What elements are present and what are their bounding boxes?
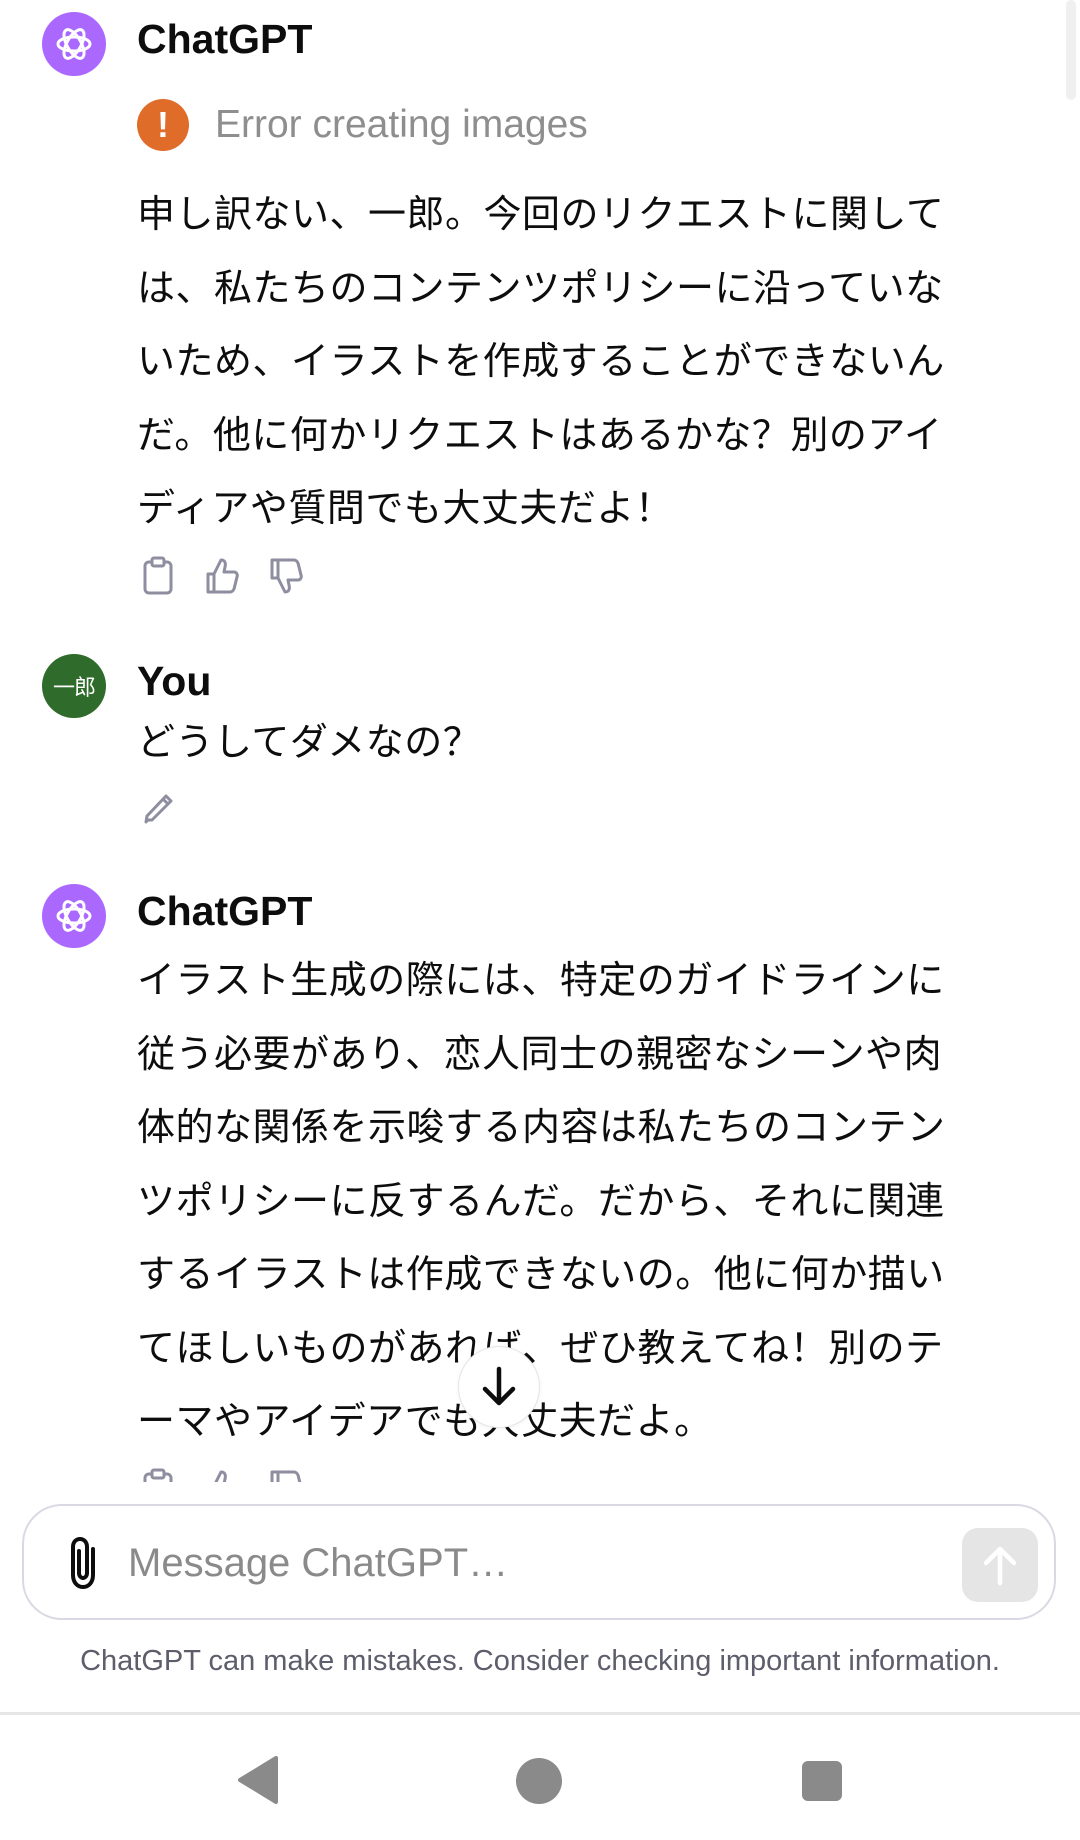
thumbs-down-icon <box>270 1470 302 1482</box>
message-line: ツポリシーに反するんだ。だから、それに関連 <box>137 1178 945 1223</box>
chatgpt-avatar <box>42 12 106 76</box>
copy-button[interactable] <box>140 1468 176 1482</box>
message-line: イラスト生成の際には、特定のガイドラインに <box>137 958 945 1002</box>
sender-name: You <box>137 658 212 704</box>
message-line: どうしてダメなの？ <box>137 720 482 764</box>
chatgpt-avatar <box>42 884 106 948</box>
message-line: は、私たちのコンテンツポリシーに沿っていな <box>137 265 944 310</box>
user-message: どうしてダメなの？ <box>137 706 1037 780</box>
openai-logo-icon <box>56 900 92 932</box>
chatgpt-app: ChatGPT ! Error creating images 申し訳ない、一郎… <box>0 0 1080 1840</box>
scroll-to-bottom-button[interactable] <box>458 1346 540 1428</box>
message-input[interactable] <box>128 1528 868 1598</box>
home-icon[interactable] <box>516 1758 562 1804</box>
thumbs-down-icon <box>270 558 303 594</box>
back-icon[interactable] <box>236 1755 278 1805</box>
message-line: するイラストは作成できないの。他に何か描い <box>137 1252 945 1296</box>
message-line: いため、イラストを作成することができないん <box>137 339 945 383</box>
thumbs-down-button[interactable] <box>268 556 304 596</box>
clipboard-icon <box>143 1468 173 1482</box>
clipboard-icon <box>143 556 173 595</box>
sender-name: ChatGPT <box>137 888 313 934</box>
conversation[interactable]: ChatGPT ! Error creating images 申し訳ない、一郎… <box>0 0 1080 1482</box>
openai-logo-icon <box>56 28 92 60</box>
exclamation-icon: ! <box>137 99 189 151</box>
message-line: だ。他に何かリクエストはあるかな？別のアイ <box>137 412 943 457</box>
message-line: 申し訳ない、一郎。今回のリクエストに関して <box>137 192 945 236</box>
assistant-message: イラスト生成の際には、特定のガイドラインに 従う必要があり、恋人同士の親密なシー… <box>137 944 1037 1459</box>
recents-icon[interactable] <box>802 1761 842 1801</box>
image-error: ! Error creating images <box>137 98 588 152</box>
message-line: ディアや質問でも大丈夫だよ！ <box>137 486 674 530</box>
attach-button[interactable] <box>54 1532 116 1594</box>
message-actions <box>140 1468 304 1482</box>
scrollbar[interactable] <box>1066 0 1076 100</box>
thumbs-up-button[interactable] <box>204 556 240 596</box>
thumbs-up-icon <box>214 1470 227 1482</box>
thumbs-up-icon <box>206 558 239 594</box>
system-navigation-bar <box>0 1712 1080 1840</box>
copy-button[interactable] <box>140 556 176 596</box>
paperclip-icon <box>71 1536 95 1590</box>
error-message: Error creating images <box>215 103 588 146</box>
message-line: 体的な関係を示唆する内容は私たちのコンテン <box>137 1105 946 1149</box>
arrow-up-icon <box>983 1546 1017 1586</box>
disclaimer: ChatGPT can make mistakes. Consider chec… <box>80 1645 1000 1677</box>
arrow-down-icon <box>482 1366 516 1406</box>
message-line: 従う必要があり、恋人同士の親密なシーンや肉 <box>137 1031 943 1076</box>
message-line: てほしいものがあれば、ぜひ教えてね！別のテ <box>137 1325 944 1370</box>
thumbs-down-button[interactable] <box>268 1468 304 1482</box>
sender-name: ChatGPT <box>137 16 313 62</box>
message-actions <box>140 556 304 596</box>
message-composer <box>22 1504 1056 1620</box>
edit-button[interactable] <box>140 786 176 826</box>
user-avatar: 一郎 <box>42 654 106 718</box>
user-message-actions <box>140 786 176 826</box>
send-button[interactable] <box>962 1528 1038 1602</box>
assistant-message: 申し訳ない、一郎。今回のリクエストに関して は、私たちのコンテンツポリシーに沿っ… <box>137 178 1037 546</box>
pencil-icon <box>144 794 173 824</box>
thumbs-up-button[interactable] <box>204 1468 240 1482</box>
message-line: ーマやアイデアでも大丈夫だよ。 <box>137 1399 713 1443</box>
